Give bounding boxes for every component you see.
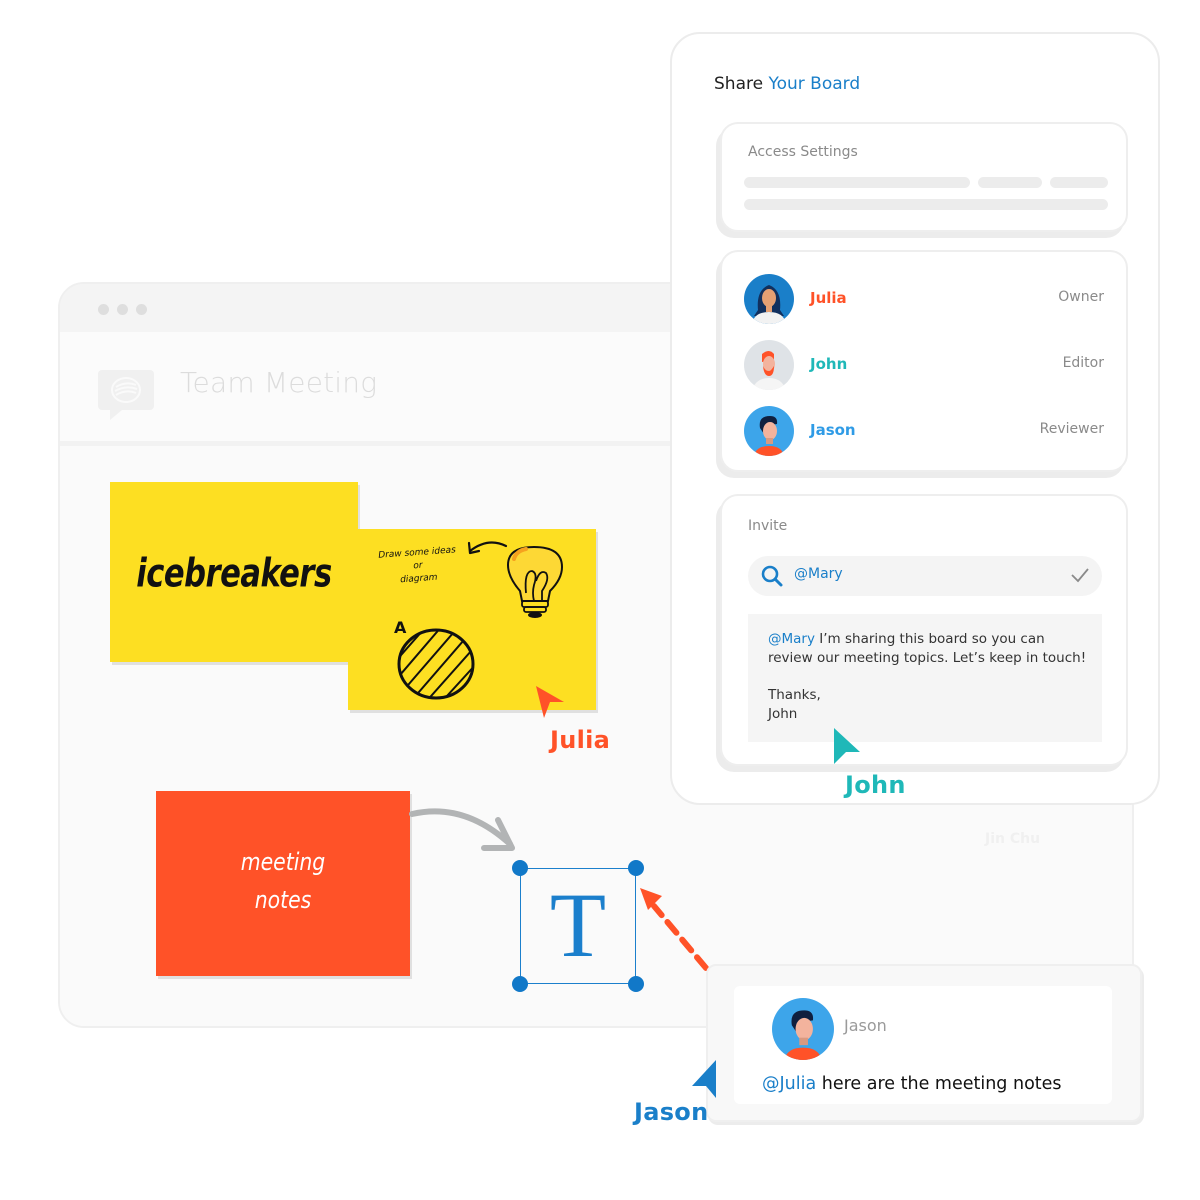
placeholder-bar	[1050, 177, 1108, 188]
comment-card[interactable]: Jason @Julia here are the meeting notes	[706, 964, 1142, 1122]
resize-handle[interactable]	[512, 976, 528, 992]
search-icon	[761, 565, 783, 587]
text-object-glyph: T	[549, 874, 607, 976]
invite-message-signoff: Thanks, John	[768, 687, 821, 722]
member-name: Julia	[810, 289, 847, 307]
avatar-jason	[772, 998, 834, 1060]
chat-bubble-icon	[98, 370, 154, 420]
cursor-john-icon	[834, 728, 860, 764]
placeholder-bar	[978, 177, 1042, 188]
member-row[interactable]: Julia Owner	[744, 274, 1104, 326]
window-dot[interactable]	[117, 304, 128, 315]
sticky-note-icebreakers[interactable]: icebreakers	[110, 482, 358, 662]
invite-message-field[interactable]: @Mary I’m sharing this board so you can …	[748, 614, 1102, 742]
cursor-label-john: John	[845, 771, 906, 799]
sketch-drawing: A	[394, 541, 564, 700]
invite-card: Invite @Mary @Mary I’m sharing this boar…	[720, 494, 1128, 766]
share-panel-title: Share Your Board	[714, 74, 861, 94]
comment-text: @Julia here are the meeting notes	[762, 1074, 1062, 1094]
invite-message-body: @Mary I’m sharing this board so you can …	[768, 631, 1087, 666]
share-board-panel: Share Your Board Access Settings Julia O…	[670, 32, 1160, 805]
lightbulb-icon	[506, 545, 564, 618]
dashed-arrow-icon	[640, 888, 709, 971]
avatar-john	[744, 340, 794, 390]
sticky-note-drawing[interactable]: Draw some ideas or diagram A	[348, 529, 596, 710]
member-role[interactable]: Editor	[1063, 355, 1104, 371]
text-object-selected[interactable]: T	[512, 860, 644, 992]
cursor-label-julia: Julia	[550, 726, 611, 754]
access-settings-label: Access Settings	[748, 144, 858, 160]
sticky-note-text: meeting notes	[240, 848, 326, 914]
cursor-label-jason: Jason	[634, 1098, 709, 1126]
resize-handle[interactable]	[512, 860, 528, 876]
comment-author: Jason	[844, 1016, 887, 1035]
diagram-label: A	[394, 618, 407, 637]
invite-label: Invite	[748, 518, 788, 534]
placeholder-bar	[744, 177, 970, 188]
cursor-jason-icon	[692, 1060, 716, 1098]
member-role[interactable]: Reviewer	[1040, 421, 1104, 437]
resize-handle[interactable]	[628, 860, 644, 876]
member-name: John	[810, 355, 848, 373]
board-title: Team Meeting	[180, 366, 378, 399]
comment-body: Jason @Julia here are the meeting notes	[734, 986, 1112, 1104]
members-card: Julia Owner John Editor Jason Reviewer	[720, 250, 1128, 472]
member-role[interactable]: Owner	[1058, 289, 1104, 305]
ghost-collaborator-label: Jin Chu	[985, 831, 1041, 847]
invite-search-input[interactable]: @Mary	[748, 556, 1102, 596]
member-row[interactable]: Jason Reviewer	[744, 406, 1104, 458]
invite-search-value: @Mary	[794, 566, 843, 582]
checkmark-icon[interactable]	[1070, 566, 1090, 584]
access-settings-card[interactable]: Access Settings	[720, 122, 1128, 232]
resize-handle[interactable]	[628, 976, 644, 992]
avatar-jason	[744, 406, 794, 456]
member-name: Jason	[810, 421, 856, 439]
sticky-note-text: icebreakers	[136, 551, 332, 597]
avatar-julia	[744, 274, 794, 324]
sketch-arrow-icon	[468, 541, 508, 553]
placeholder-bar	[744, 199, 1108, 210]
window-dot[interactable]	[98, 304, 109, 315]
cursor-julia-icon	[536, 686, 564, 718]
connector-arrow-icon	[409, 808, 515, 851]
window-dot[interactable]	[136, 304, 147, 315]
member-row[interactable]: John Editor	[744, 340, 1104, 392]
sticky-note-meeting-notes[interactable]: meeting notes	[156, 791, 410, 976]
